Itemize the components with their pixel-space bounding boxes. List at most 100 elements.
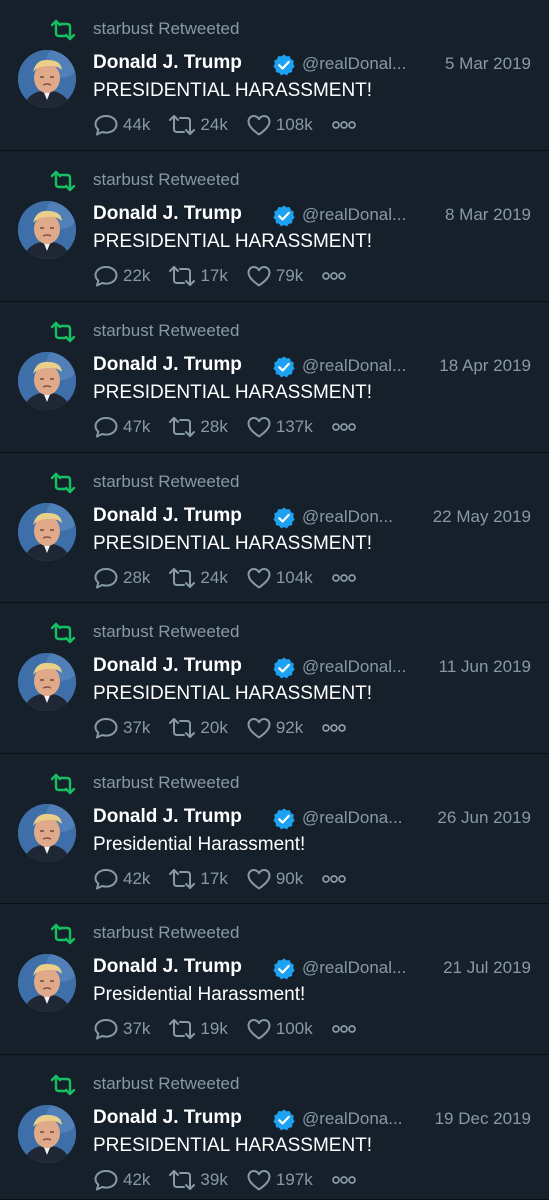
tweet-date[interactable]: 18 Apr 2019 bbox=[439, 356, 531, 376]
more-icon[interactable] bbox=[331, 1023, 357, 1035]
reply-button[interactable]: 37k bbox=[93, 1017, 150, 1041]
like-button[interactable]: 100k bbox=[246, 1017, 313, 1041]
like-count: 137k bbox=[275, 417, 313, 436]
author-name[interactable]: Donald J. Trump bbox=[93, 203, 242, 225]
like-button[interactable]: 137k bbox=[246, 415, 313, 439]
tweet-text: Presidential Harassment! bbox=[93, 834, 306, 855]
like-button[interactable]: 108k bbox=[246, 113, 313, 137]
avatar[interactable] bbox=[18, 954, 76, 1012]
tweet-date[interactable]: 21 Jul 2019 bbox=[443, 958, 531, 978]
reply-icon bbox=[94, 1019, 118, 1040]
reply-button[interactable]: 22k bbox=[93, 264, 150, 288]
more-icon[interactable] bbox=[321, 873, 347, 885]
tweet-date[interactable]: 5 Mar 2019 bbox=[445, 54, 531, 74]
more-dots bbox=[331, 423, 356, 431]
tweet-date[interactable]: 8 Mar 2019 bbox=[445, 205, 531, 225]
retweeted-by-label[interactable]: starbust Retweeted bbox=[93, 923, 239, 943]
reply-button[interactable]: 47k bbox=[93, 415, 150, 439]
avatar-image bbox=[18, 201, 76, 259]
author-handle[interactable]: @realDonal... bbox=[302, 54, 416, 74]
retweet-button[interactable]: 28k bbox=[168, 415, 228, 439]
like-button[interactable]: 79k bbox=[246, 264, 303, 288]
more-icon[interactable] bbox=[331, 421, 357, 433]
retweeted-by-label[interactable]: starbust Retweeted bbox=[93, 773, 239, 793]
retweet-button[interactable]: 24k bbox=[168, 566, 228, 590]
tweet-card[interactable]: starbust Retweeted Donald J. Trump @real… bbox=[0, 754, 549, 904]
retweet-button[interactable]: 20k bbox=[168, 716, 228, 740]
retweet-button[interactable]: 39k bbox=[168, 1168, 228, 1192]
avatar[interactable] bbox=[18, 653, 76, 711]
like-button[interactable]: 197k bbox=[246, 1168, 313, 1192]
author-handle[interactable]: @realDona... bbox=[302, 808, 416, 828]
tweet-card[interactable]: starbust Retweeted Donald J. Trump @real… bbox=[0, 151, 549, 302]
tweet-card[interactable]: starbust Retweeted Donald J. Trump @real… bbox=[0, 1055, 549, 1200]
tweet-card[interactable]: starbust Retweeted Donald J. Trump @real… bbox=[0, 904, 549, 1055]
retweet-button[interactable]: 17k bbox=[168, 867, 228, 891]
like-button[interactable]: 104k bbox=[246, 566, 313, 590]
retweeted-by-label[interactable]: starbust Retweeted bbox=[93, 622, 239, 642]
author-handle[interactable]: @realDon... bbox=[302, 507, 416, 527]
reply-button[interactable]: 28k bbox=[93, 566, 150, 590]
reply-icon bbox=[94, 417, 118, 438]
author-name[interactable]: Donald J. Trump bbox=[93, 1107, 242, 1129]
reply-button[interactable]: 42k bbox=[93, 1168, 150, 1192]
avatar[interactable] bbox=[18, 352, 76, 410]
tweet-text: PRESIDENTIAL HARASSMENT! bbox=[93, 80, 373, 101]
avatar[interactable] bbox=[18, 50, 76, 108]
avatar[interactable] bbox=[18, 1105, 76, 1163]
retweet-count: 19k bbox=[200, 1019, 228, 1038]
reply-button[interactable]: 44k bbox=[93, 113, 150, 137]
avatar[interactable] bbox=[18, 503, 76, 561]
retweet-button[interactable]: 19k bbox=[168, 1017, 228, 1041]
retweeted-by-label[interactable]: starbust Retweeted bbox=[93, 1074, 239, 1094]
author-handle[interactable]: @realDonal... bbox=[302, 356, 416, 376]
tweet-date[interactable]: 19 Dec 2019 bbox=[435, 1109, 531, 1129]
retweet-icon bbox=[50, 622, 76, 644]
avatar[interactable] bbox=[18, 804, 76, 862]
like-icon bbox=[247, 266, 271, 287]
tweet-date[interactable]: 11 Jun 2019 bbox=[439, 657, 531, 677]
tweet-card[interactable]: starbust Retweeted Donald J. Trump @real… bbox=[0, 603, 549, 754]
author-handle[interactable]: @realDona... bbox=[302, 1109, 416, 1129]
more-icon[interactable] bbox=[331, 572, 357, 584]
avatar-image bbox=[18, 954, 76, 1012]
reply-button[interactable]: 42k bbox=[93, 867, 150, 891]
like-button[interactable]: 92k bbox=[246, 716, 303, 740]
author-name[interactable]: Donald J. Trump bbox=[93, 505, 242, 527]
like-icon bbox=[247, 568, 271, 589]
author-handle[interactable]: @realDonal... bbox=[302, 205, 416, 225]
retweeted-by-label[interactable]: starbust Retweeted bbox=[93, 170, 239, 190]
tweet-card[interactable]: starbust Retweeted Donald J. Trump @real… bbox=[0, 0, 549, 151]
retweet-button[interactable]: 24k bbox=[168, 113, 228, 137]
retweeted-by-label[interactable]: starbust Retweeted bbox=[93, 472, 239, 492]
tweet-date[interactable]: 22 May 2019 bbox=[433, 507, 531, 527]
author-name[interactable]: Donald J. Trump bbox=[93, 956, 242, 978]
author-handle[interactable]: @realDonal... bbox=[302, 958, 416, 978]
like-button[interactable]: 90k bbox=[246, 867, 303, 891]
more-icon[interactable] bbox=[321, 722, 347, 734]
verified-badge-icon bbox=[273, 54, 295, 76]
retweet-button[interactable]: 17k bbox=[168, 264, 228, 288]
verified-badge-icon bbox=[273, 958, 295, 980]
author-name[interactable]: Donald J. Trump bbox=[93, 655, 242, 677]
author-name[interactable]: Donald J. Trump bbox=[93, 354, 242, 376]
tweet-actions: 42k 39k 197k bbox=[93, 1167, 357, 1193]
tweet-date[interactable]: 26 Jun 2019 bbox=[437, 808, 531, 828]
like-count: 79k bbox=[275, 266, 304, 285]
author-name[interactable]: Donald J. Trump bbox=[93, 806, 242, 828]
avatar[interactable] bbox=[18, 201, 76, 259]
author-handle[interactable]: @realDonal... bbox=[302, 657, 416, 677]
retweet-icon bbox=[169, 869, 196, 889]
reply-button[interactable]: 37k bbox=[93, 716, 150, 740]
tweet-card[interactable]: starbust Retweeted Donald J. Trump @real… bbox=[0, 453, 549, 603]
tweet-card[interactable]: starbust Retweeted Donald J. Trump @real… bbox=[0, 302, 549, 453]
more-icon[interactable] bbox=[331, 119, 357, 131]
more-icon[interactable] bbox=[331, 1174, 357, 1186]
retweet-count: 28k bbox=[200, 417, 228, 436]
retweeted-by-label[interactable]: starbust Retweeted bbox=[93, 19, 239, 39]
more-icon[interactable] bbox=[321, 270, 347, 282]
retweeted-by-label[interactable]: starbust Retweeted bbox=[93, 321, 239, 341]
like-icon bbox=[247, 417, 271, 438]
more-dots bbox=[331, 1025, 356, 1033]
author-name[interactable]: Donald J. Trump bbox=[93, 52, 242, 74]
